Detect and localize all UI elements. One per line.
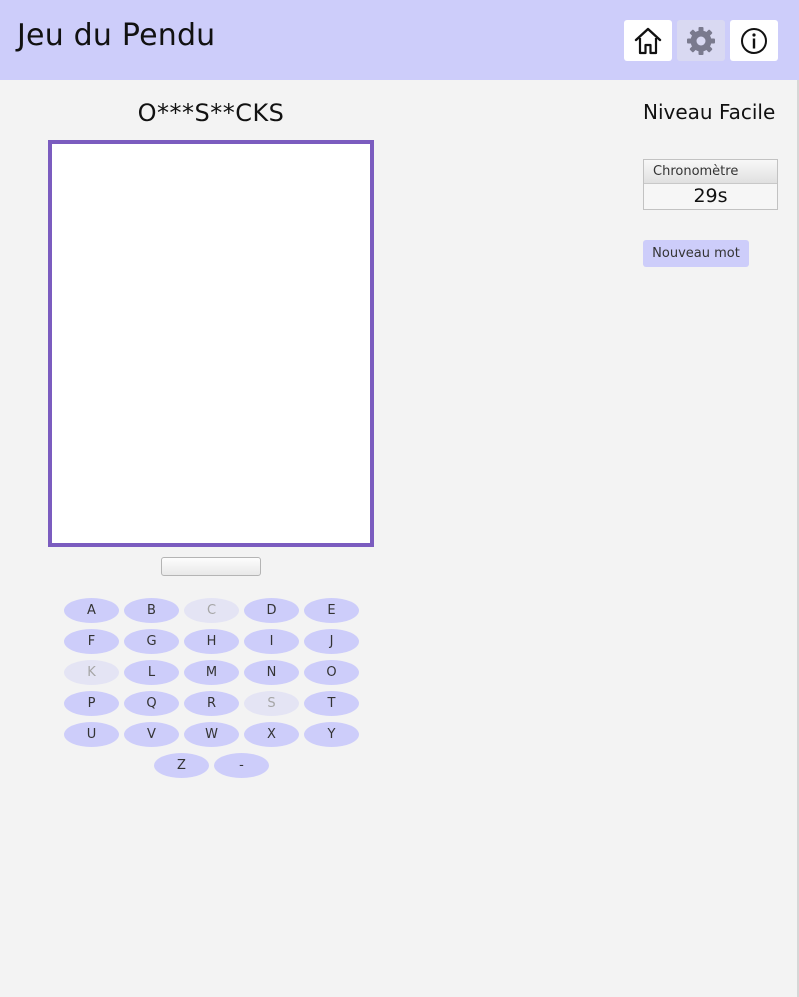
home-button[interactable] bbox=[624, 20, 672, 61]
masked-word: O***S**CKS bbox=[137, 99, 285, 127]
letter-key-z[interactable]: Z bbox=[154, 753, 209, 778]
app-header: Jeu du Pendu bbox=[0, 0, 799, 80]
letter-key-w[interactable]: W bbox=[184, 722, 239, 747]
letter-key-h[interactable]: H bbox=[184, 629, 239, 654]
letter-key-k[interactable]: K bbox=[64, 660, 119, 685]
letter-key-d[interactable]: D bbox=[244, 598, 299, 623]
letter-key-s[interactable]: S bbox=[244, 691, 299, 716]
letter-key-v[interactable]: V bbox=[124, 722, 179, 747]
timer-value: 29s bbox=[693, 185, 728, 207]
home-icon bbox=[634, 27, 662, 54]
progress-bar bbox=[161, 557, 261, 576]
letter-key-f[interactable]: F bbox=[64, 629, 119, 654]
letter-key-o[interactable]: O bbox=[304, 660, 359, 685]
letter-key-c[interactable]: C bbox=[184, 598, 239, 623]
app-title: Jeu du Pendu bbox=[17, 18, 216, 53]
timer-panel: Chronomètre 29s bbox=[643, 159, 778, 210]
letter-key-a[interactable]: A bbox=[64, 598, 119, 623]
timer-label: Chronomètre bbox=[644, 160, 777, 184]
letter-key-y[interactable]: Y bbox=[304, 722, 359, 747]
difficulty-level: Niveau Facile bbox=[643, 100, 776, 124]
letter-key-e[interactable]: E bbox=[304, 598, 359, 623]
letter-key-g[interactable]: G bbox=[124, 629, 179, 654]
letter-key-t[interactable]: T bbox=[304, 691, 359, 716]
letter-key-p[interactable]: P bbox=[64, 691, 119, 716]
letter-key-m[interactable]: M bbox=[184, 660, 239, 685]
letter-key-hyphen[interactable]: - bbox=[214, 753, 269, 778]
letter-key-x[interactable]: X bbox=[244, 722, 299, 747]
info-icon bbox=[741, 27, 767, 54]
letter-key-u[interactable]: U bbox=[64, 722, 119, 747]
letter-key-i[interactable]: I bbox=[244, 629, 299, 654]
info-button[interactable] bbox=[730, 20, 778, 61]
letter-key-q[interactable]: Q bbox=[124, 691, 179, 716]
letter-key-j[interactable]: J bbox=[304, 629, 359, 654]
letter-key-l[interactable]: L bbox=[124, 660, 179, 685]
letter-key-r[interactable]: R bbox=[184, 691, 239, 716]
settings-button[interactable] bbox=[677, 20, 725, 61]
gear-icon bbox=[687, 26, 715, 55]
hangman-drawing-area bbox=[48, 140, 374, 547]
letter-key-b[interactable]: B bbox=[124, 598, 179, 623]
new-word-button[interactable]: Nouveau mot bbox=[643, 240, 749, 267]
letter-key-n[interactable]: N bbox=[244, 660, 299, 685]
